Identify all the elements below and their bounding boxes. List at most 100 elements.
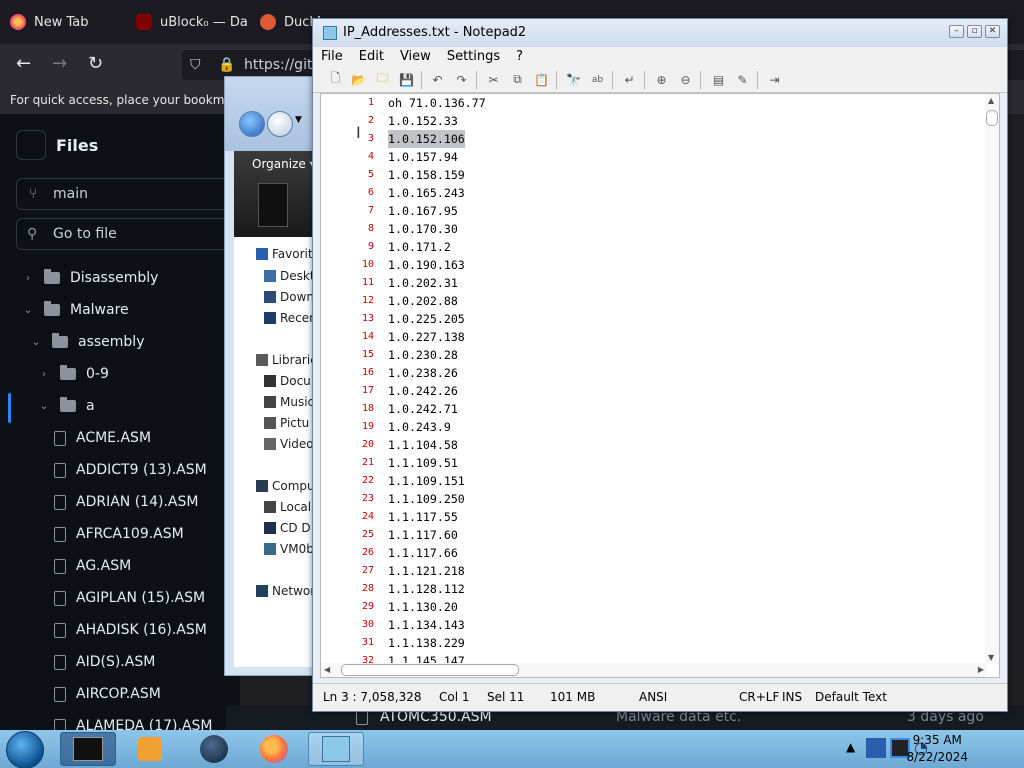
nav-item[interactable]: Video <box>264 435 314 453</box>
go-to-file-input[interactable]: ⚲ Go to file <box>16 218 246 250</box>
text-line[interactable]: 1.1.130.20 <box>388 598 458 616</box>
text-line[interactable]: 1.0.238.26 <box>388 364 458 382</box>
tree-folder[interactable]: ⌄ Malware <box>22 294 129 326</box>
chevron-down-icon[interactable]: ⌄ <box>30 337 42 348</box>
taskbar-media-player[interactable] <box>122 732 178 766</box>
status-scheme[interactable]: Default Text <box>815 690 887 704</box>
scroll-up-arrow-icon[interactable]: ▲ <box>988 96 994 105</box>
tree-file[interactable]: AGIPLAN (15).ASM <box>54 582 205 614</box>
taskbar-terminal[interactable] <box>60 732 116 766</box>
collapse-panel-icon[interactable] <box>16 130 46 160</box>
nav-item[interactable]: Docu <box>264 372 311 390</box>
status-line-endings[interactable]: CR+LF <box>739 690 779 704</box>
nav-item[interactable]: Compu <box>256 477 315 495</box>
nav-item[interactable]: Librarie <box>256 351 318 369</box>
paste-icon[interactable]: 📋 <box>533 71 550 88</box>
scroll-down-arrow-icon[interactable]: ▼ <box>988 653 994 662</box>
browser-tab-new-tab[interactable]: New Tab <box>10 8 120 36</box>
horizontal-scrollbar[interactable]: ◀ ▶ <box>321 663 987 677</box>
browse-icon[interactable]: 🗀 <box>374 71 391 88</box>
text-line[interactable]: 1.0.165.243 <box>388 184 465 202</box>
text-line[interactable]: 1.0.230.28 <box>388 346 458 364</box>
tree-file[interactable]: ADRIAN (14).ASM <box>54 486 198 518</box>
tree-folder[interactable]: ⌄ a <box>38 390 95 422</box>
back-button[interactable] <box>239 111 265 137</box>
text-line[interactable]: oh 71.0.136.77 <box>388 94 486 112</box>
browser-tab-duckduckgo[interactable]: DuckD <box>260 8 320 36</box>
text-line[interactable]: 1.1.134.143 <box>388 616 465 634</box>
menu-file[interactable]: File <box>313 47 351 67</box>
text-line[interactable]: 1.0.202.31 <box>388 274 458 292</box>
text-line[interactable]: 1.0.242.26 <box>388 382 458 400</box>
nav-item[interactable]: Recen <box>264 309 317 327</box>
text-line[interactable]: 1.1.117.55 <box>388 508 458 526</box>
taskbar-globe[interactable] <box>186 732 242 766</box>
nav-item[interactable]: Pictu <box>264 414 309 432</box>
nav-item[interactable]: Networ <box>256 582 315 600</box>
text-line[interactable]: 1.0.243.9 <box>388 418 451 436</box>
nav-item[interactable]: Favorite <box>256 245 320 263</box>
redo-icon[interactable]: ↷ <box>453 71 470 88</box>
save-icon[interactable]: 💾 <box>398 71 415 88</box>
nav-item[interactable]: Down <box>264 288 314 306</box>
chevron-down-icon[interactable]: ⌄ <box>22 305 34 316</box>
tree-file[interactable]: ADDICT9 (13).ASM <box>54 454 207 486</box>
text-line[interactable]: 1.1.117.66 <box>388 544 458 562</box>
tree-folder[interactable]: ⌄ assembly <box>30 326 144 358</box>
customize-icon[interactable]: ✎ <box>734 71 751 88</box>
close-button[interactable]: ✕ <box>985 25 1000 38</box>
tree-folder[interactable]: › Disassembly <box>22 262 158 294</box>
shield-icon[interactable]: ⛉ <box>190 50 201 80</box>
undo-icon[interactable]: ↶ <box>429 71 446 88</box>
selected-text-line[interactable]: 1.0.152.106 <box>388 130 465 148</box>
branch-selector[interactable]: ⑂ main <box>16 178 246 210</box>
taskbar-firefox[interactable] <box>246 732 302 766</box>
copy-icon[interactable]: ⧉ <box>509 71 526 88</box>
browser-tab-ublock[interactable]: uBlock₀ — Dash <box>136 8 248 36</box>
text-line[interactable]: 1.0.171.2 <box>388 238 451 256</box>
text-line[interactable]: 1.0.242.71 <box>388 400 458 418</box>
text-line[interactable]: 1.1.104.58 <box>388 436 458 454</box>
chevron-right-icon[interactable]: › <box>38 369 50 380</box>
show-hidden-icons-icon[interactable]: ▲ <box>846 740 855 754</box>
text-line[interactable]: 1.0.158.159 <box>388 166 465 184</box>
text-line[interactable]: 1.0.167.95 <box>388 202 458 220</box>
nav-item[interactable]: Local <box>264 498 311 516</box>
text-line[interactable]: 1.1.121.218 <box>388 562 465 580</box>
maximize-button[interactable]: ▫ <box>967 25 982 38</box>
open-icon[interactable]: 📂 <box>350 71 367 88</box>
text-line[interactable]: 1.0.157.94 <box>388 148 458 166</box>
tree-file[interactable]: AID(S).ASM <box>54 646 155 678</box>
menu-settings[interactable]: Settings <box>439 47 508 67</box>
status-encoding[interactable]: ANSI <box>639 690 667 704</box>
tree-file[interactable]: AFRCA109.ASM <box>54 518 184 550</box>
chevron-down-icon[interactable]: ⌄ <box>38 401 50 412</box>
forward-button[interactable] <box>267 111 293 137</box>
find-icon[interactable]: 🔭 <box>565 71 582 88</box>
horizontal-scroll-thumb[interactable] <box>341 664 519 676</box>
text-line[interactable]: 1.1.109.151 <box>388 472 465 490</box>
clock[interactable]: 9:35 AM 8/22/2024 <box>906 732 968 766</box>
text-line[interactable]: 1.1.138.229 <box>388 634 465 652</box>
forward-arrow-icon[interactable]: → <box>52 54 67 74</box>
tray-app-icon[interactable] <box>866 738 886 758</box>
text-line[interactable]: 1.1.109.250 <box>388 490 465 508</box>
vertical-scrollbar[interactable]: ▲ ▼ <box>985 94 999 664</box>
nav-item[interactable]: Deskt <box>264 267 315 285</box>
back-arrow-icon[interactable]: ← <box>16 54 31 74</box>
tree-folder[interactable]: › 0-9 <box>38 358 109 390</box>
tree-file[interactable]: AHADISK (16).ASM <box>54 614 207 646</box>
vertical-scroll-thumb[interactable] <box>986 110 998 126</box>
text-line[interactable]: 1.0.227.138 <box>388 328 465 346</box>
exit-icon[interactable]: ⇥ <box>766 71 783 88</box>
text-line[interactable]: 1.1.109.51 <box>388 454 458 472</box>
tree-file[interactable]: ACME.ASM <box>54 422 151 454</box>
scheme-icon[interactable]: ▤ <box>710 71 727 88</box>
text-line[interactable]: 1.0.152.33 <box>388 112 458 130</box>
wordwrap-icon[interactable]: ↵ <box>621 71 638 88</box>
start-button[interactable] <box>6 731 44 768</box>
organize-button[interactable]: Organize ▾ <box>252 157 316 171</box>
text-line[interactable]: 1.1.128.112 <box>388 580 465 598</box>
text-editor[interactable]: 1 2 3 4 5 6 7 8 9 10 11 12 13 14 15 16 17 18 19 20 21 22 23 24 2… <box>320 93 1000 678</box>
text-line[interactable]: 1.0.202.88 <box>388 292 458 310</box>
